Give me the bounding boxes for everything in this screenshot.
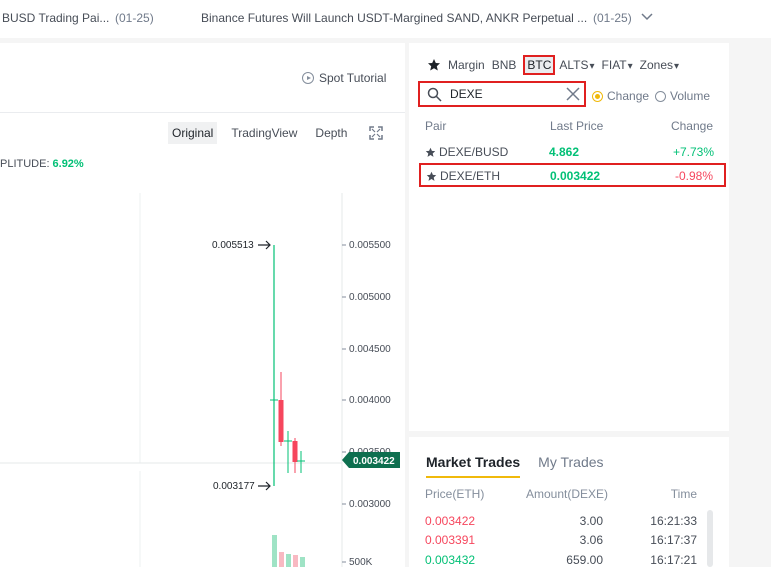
market-row-selected[interactable]: DEXE/ETH 0.003422 -0.98% — [419, 163, 726, 187]
page-margin — [729, 43, 771, 567]
tab-alts[interactable]: ALTS — [559, 58, 594, 72]
column-header-pair[interactable]: Pair — [425, 119, 446, 133]
chart-grid — [0, 193, 342, 567]
close-icon[interactable] — [565, 86, 581, 102]
price-change: +7.73% — [672, 145, 714, 159]
radio-change[interactable]: Change — [592, 89, 649, 103]
current-price-tag: 0.003422 — [342, 452, 400, 468]
news-item-title[interactable]: BUSD Trading Pai... — [2, 11, 109, 25]
amplitude-value: 6.92% — [52, 158, 84, 170]
quote-tabs: Margin BNB BTC ALTS FIAT Zones — [427, 55, 686, 75]
fullscreen-icon[interactable] — [369, 126, 383, 140]
tab-tradingview[interactable]: TradingView — [227, 122, 301, 144]
last-price: 0.003422 — [550, 169, 601, 183]
volume-bar — [272, 535, 277, 567]
candle — [292, 441, 298, 462]
trade-time: 16:17:21 — [650, 553, 697, 567]
star-icon[interactable] — [427, 58, 441, 72]
news-ticker: BUSD Trading Pai... (01-25) Binance Futu… — [0, 0, 771, 38]
column-header-price: Price(ETH) — [425, 487, 485, 501]
trade-time: 16:21:33 — [650, 514, 697, 528]
tab-margin[interactable]: Margin — [448, 58, 485, 72]
spot-tutorial-label: Spot Tutorial — [319, 71, 387, 85]
arrow-right-icon — [258, 481, 271, 491]
tab-bnb[interactable]: BNB — [492, 58, 517, 72]
news-item-date: (01-25) — [593, 11, 632, 25]
trade-price: 0.003422 — [425, 514, 476, 528]
trades-tabs: Market Trades My Trades — [426, 454, 622, 478]
pair-name: DEXE/BUSD — [439, 145, 509, 159]
volume-bars — [272, 535, 305, 567]
price-tick: 0.005000 — [349, 292, 391, 303]
search-icon — [427, 87, 442, 102]
column-header-amount: Amount(DEXE) — [526, 487, 609, 501]
price-tick: 0.004500 — [349, 344, 391, 355]
extreme-markers: 0.005513 0.003177 — [212, 240, 271, 492]
tab-fiat[interactable]: FIAT — [602, 58, 633, 72]
chart-view-tabs: Original TradingView Depth — [168, 122, 361, 144]
pair-cell: DEXE/BUSD — [425, 145, 508, 159]
play-icon — [302, 72, 314, 84]
trade-row: 0.003391 3.06 16:17:37 — [425, 533, 697, 551]
current-price-label: 0.003422 — [353, 456, 395, 467]
news-item-title[interactable]: Binance Futures Will Launch USDT-Margine… — [201, 11, 587, 25]
amplitude-label: PLITUDE: — [0, 158, 50, 170]
volume-bar — [293, 555, 298, 567]
tab-zones[interactable]: Zones — [640, 58, 679, 72]
radio-dot — [655, 90, 666, 102]
candles — [270, 245, 305, 486]
column-header-last-price[interactable]: Last Price — [550, 119, 603, 133]
column-header-time: Time — [670, 487, 697, 501]
pair-search — [418, 81, 586, 107]
trade-time: 16:17:37 — [650, 533, 697, 547]
tab-my-trades[interactable]: My Trades — [538, 454, 603, 478]
news-item-date: (01-25) — [115, 11, 154, 25]
amplitude-readout: PLITUDE: 6.92% — [0, 158, 84, 170]
trade-row: 0.003432 659.00 16:17:21 — [425, 553, 697, 567]
arrow-right-icon — [258, 240, 271, 250]
trade-amount: 659.00 — [566, 553, 603, 567]
chart-panel: Spot Tutorial Original TradingView Depth… — [0, 43, 405, 567]
low-price-label: 0.003177 — [213, 481, 255, 492]
candle — [278, 400, 284, 442]
radio-volume-label: Volume — [670, 89, 711, 103]
trade-amount: 3.00 — [579, 514, 603, 528]
price-axis: 0.005500 0.005000 0.004500 0.004000 0.00… — [342, 240, 391, 567]
search-input[interactable] — [450, 85, 550, 103]
trade-price: 0.003432 — [425, 553, 476, 567]
volume-bar — [279, 552, 284, 567]
star-icon[interactable] — [425, 147, 436, 158]
high-price-label: 0.005513 — [212, 240, 254, 251]
price-tick: 0.004000 — [349, 395, 391, 406]
tab-btc[interactable]: BTC — [523, 55, 556, 75]
tab-original[interactable]: Original — [168, 122, 218, 144]
price-change: -0.98% — [674, 169, 713, 183]
market-row[interactable]: DEXE/BUSD 4.862 +7.73% — [419, 140, 726, 164]
radio-change-label: Change — [607, 89, 650, 103]
pair-cell: DEXE/ETH — [426, 169, 500, 183]
chevron-down-icon[interactable] — [640, 9, 654, 23]
star-icon[interactable] — [426, 171, 437, 182]
volume-bar — [286, 554, 291, 567]
column-header-change[interactable]: Change — [671, 119, 713, 133]
spot-tutorial-link[interactable]: Spot Tutorial — [302, 71, 386, 85]
market-panel: Margin BNB BTC ALTS FIAT Zones Change Vo… — [409, 43, 729, 431]
trade-amount: 3.06 — [579, 533, 603, 547]
tab-market-trades[interactable]: Market Trades — [426, 454, 521, 478]
volume-bar — [300, 557, 305, 567]
trade-row: 0.003422 3.00 16:21:33 — [425, 514, 697, 532]
price-tick: 0.005500 — [349, 240, 391, 251]
candlestick-chart[interactable]: 0.005500 0.005000 0.004500 0.004000 0.00… — [0, 193, 405, 567]
pair-name: DEXE/ETH — [440, 169, 501, 183]
radio-dot — [592, 90, 603, 102]
radio-volume[interactable]: Volume — [655, 89, 710, 103]
tab-depth[interactable]: Depth — [311, 122, 351, 144]
app-window: BUSD Trading Pai... (01-25) Binance Futu… — [0, 0, 771, 567]
trades-scrollbar[interactable] — [707, 510, 713, 567]
trade-price: 0.003391 — [425, 533, 476, 547]
trades-panel: Market Trades My Trades Price(ETH) Amoun… — [409, 437, 729, 567]
volume-tick: 500K — [349, 557, 373, 567]
last-price: 4.862 — [549, 145, 580, 159]
price-tick: 0.003000 — [349, 499, 391, 510]
